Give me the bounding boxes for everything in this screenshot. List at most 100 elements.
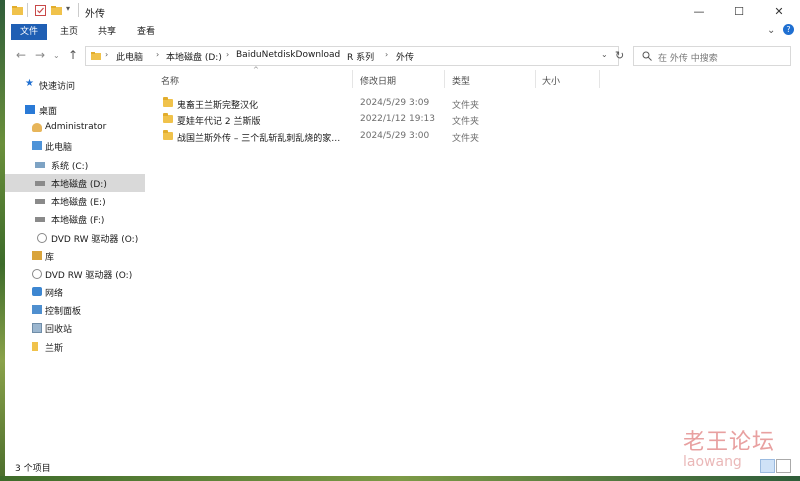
nav-item-label: 桌面 — [39, 107, 58, 117]
breadcrumb-separator-icon: › — [105, 50, 109, 59]
list-item[interactable]: 鬼畜王兰斯完整汉化 2024/5/29 3:09 文件夹 — [159, 95, 499, 112]
refresh-icon[interactable]: ↻ — [615, 49, 624, 62]
maximize-icon: ☐ — [734, 4, 744, 18]
column-divider[interactable] — [444, 70, 445, 88]
nav-item-label: 本地磁盘 (F:) — [51, 216, 105, 226]
drive-icon — [35, 162, 45, 168]
new-folder-icon[interactable] — [51, 5, 62, 16]
nav-item-label: 系统 (C:) — [51, 162, 89, 172]
large-icons-view-icon[interactable] — [776, 459, 791, 473]
column-divider[interactable] — [599, 70, 600, 88]
nav-item-label: 本地磁盘 (E:) — [51, 198, 106, 208]
file-type: 文件夹 — [452, 117, 480, 127]
drive-icon — [35, 181, 45, 186]
nav-item-quick-access[interactable]: ★ 快速访问 — [5, 76, 145, 94]
help-icon[interactable]: ? — [783, 24, 794, 35]
nav-item-label: 本地磁盘 (D:) — [51, 180, 107, 190]
dvd-icon — [32, 269, 42, 279]
nav-item-label: Administrator — [45, 122, 107, 132]
recycle-bin-icon — [32, 323, 42, 333]
nav-item-network[interactable]: 网络 — [5, 283, 145, 301]
nav-item-label: 库 — [45, 253, 55, 263]
folder-icon[interactable] — [12, 5, 23, 16]
tab-file[interactable]: 文件 — [11, 24, 47, 40]
breadcrumb-separator-icon: › — [226, 50, 230, 59]
properties-check-icon[interactable] — [35, 5, 46, 16]
status-bar: 3 个项目 — [5, 456, 800, 476]
dvd-icon — [37, 233, 47, 243]
file-type: 文件夹 — [452, 134, 480, 144]
file-modified: 2024/5/29 3:00 — [360, 131, 430, 141]
folder-icon — [91, 52, 101, 60]
nav-item-recycle-bin[interactable]: 回收站 — [5, 319, 145, 337]
column-header-modified[interactable]: 修改日期 — [360, 74, 396, 87]
nav-item-administrator[interactable]: Administrator — [5, 119, 145, 137]
folder-icon — [163, 97, 173, 107]
nav-item-lance[interactable]: 兰斯 — [5, 338, 145, 356]
desktop-background-edge — [0, 476, 800, 481]
tab-share[interactable]: 共享 — [93, 24, 121, 40]
file-list: ^ 名称 修改日期 类型 大小 鬼畜王兰斯完整汉化 2024/5/29 3:09… — [147, 66, 800, 456]
quick-access-dropdown-icon[interactable]: ▾ — [66, 4, 70, 13]
breadcrumb-separator-icon: › — [385, 50, 389, 59]
folder-icon — [163, 113, 173, 123]
list-item[interactable]: 夏娃年代记 2 兰斯版 2022/1/12 19:13 文件夹 — [159, 111, 499, 128]
file-name: 战国兰斯外传 – 三个乱斩乱刺乱烧的家… — [177, 134, 341, 144]
nav-item-label: 兰斯 — [45, 344, 64, 354]
control-panel-icon — [32, 305, 42, 314]
breadcrumb-r-series[interactable]: R 系列 — [347, 50, 374, 63]
nav-item-this-pc[interactable]: 此电脑 — [5, 137, 145, 155]
computer-icon — [32, 141, 42, 150]
column-header-size[interactable]: 大小 — [542, 74, 560, 87]
nav-item-label: 快速访问 — [39, 82, 76, 92]
library-icon — [32, 251, 42, 260]
tab-view[interactable]: 查看 — [132, 24, 160, 40]
title-divider — [78, 3, 79, 17]
nav-item-drive-d[interactable]: 本地磁盘 (D:) — [5, 174, 145, 192]
minimize-icon: — — [693, 4, 705, 18]
breadcrumb-drive-d[interactable]: 本地磁盘 (D:) — [166, 50, 222, 63]
details-view-icon[interactable] — [760, 459, 775, 473]
breadcrumb-separator-icon: › — [156, 50, 160, 59]
ribbon-tabs: 文件 主页 共享 查看 ⌄ ? — [5, 22, 800, 43]
folder-icon — [163, 130, 173, 140]
title-bar: ▾ 外传 — ☐ ✕ — [5, 0, 800, 22]
breadcrumb-baidunetdiskdownload[interactable]: BaiduNetdiskDownload — [236, 50, 340, 60]
nav-item-drive-e[interactable]: 本地磁盘 (E:) — [5, 192, 145, 210]
nav-item-control-panel[interactable]: 控制面板 — [5, 301, 145, 319]
nav-item-label: 网络 — [45, 289, 64, 299]
minimize-button[interactable]: — — [682, 0, 716, 22]
nav-item-library[interactable]: 库 — [5, 247, 145, 265]
recent-locations-icon[interactable]: ⌄ — [53, 51, 60, 60]
column-divider[interactable] — [352, 70, 353, 88]
back-arrow-icon[interactable]: ← — [16, 48, 26, 62]
column-header-name[interactable]: 名称 — [161, 74, 179, 87]
navigation-pane: ★ 快速访问 桌面 Administrator 此电脑 系统 (C:) 本地磁盘… — [5, 70, 147, 456]
ribbon-expand-icon[interactable]: ⌄ — [767, 25, 775, 36]
nav-item-dvd-drive[interactable]: DVD RW 驱动器 (O:) — [5, 229, 145, 247]
nav-item-label: DVD RW 驱动器 (O:) — [51, 235, 139, 245]
folder-icon — [32, 342, 38, 351]
close-icon: ✕ — [774, 4, 784, 18]
title-divider — [27, 3, 28, 17]
nav-item-desktop[interactable]: 桌面 — [5, 101, 145, 119]
column-header-type[interactable]: 类型 — [452, 74, 470, 87]
nav-item-drive-c[interactable]: 系统 (C:) — [5, 156, 145, 174]
forward-arrow-icon[interactable]: → — [35, 48, 45, 62]
tab-home[interactable]: 主页 — [55, 24, 83, 40]
breadcrumb-waizhuan[interactable]: 外传 — [396, 50, 414, 63]
column-divider[interactable] — [535, 70, 536, 88]
close-button[interactable]: ✕ — [762, 0, 796, 22]
window-title: 外传 — [85, 9, 105, 20]
address-bar[interactable]: › 此电脑 › 本地磁盘 (D:) › BaiduNetdiskDownload… — [85, 46, 619, 66]
list-item[interactable]: 战国兰斯外传 – 三个乱斩乱刺乱烧的家… 2024/5/29 3:00 文件夹 — [159, 128, 499, 145]
nav-item-label: 回收站 — [45, 325, 73, 335]
breadcrumb-this-pc[interactable]: 此电脑 — [116, 50, 143, 63]
search-box[interactable]: 在 外传 中搜索 — [633, 46, 791, 66]
address-dropdown-icon[interactable]: ⌄ — [601, 50, 608, 59]
nav-item-drive-f[interactable]: 本地磁盘 (F:) — [5, 210, 145, 228]
maximize-button[interactable]: ☐ — [722, 0, 756, 22]
drive-icon — [35, 217, 45, 222]
up-arrow-icon[interactable]: ↑ — [68, 48, 78, 62]
nav-item-dvd-drive[interactable]: DVD RW 驱动器 (O:) — [5, 265, 145, 283]
